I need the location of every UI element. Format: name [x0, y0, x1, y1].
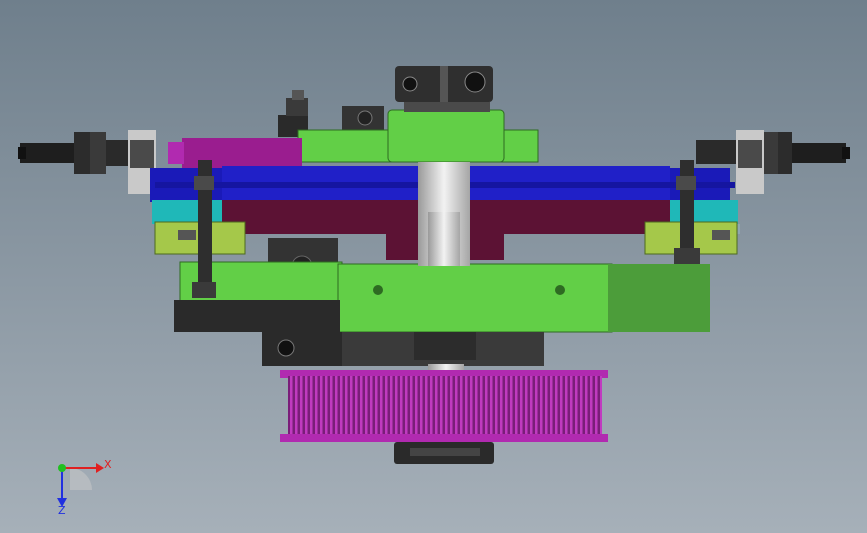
center-shaft [418, 162, 470, 266]
cad-viewport-stage: X Z [0, 0, 867, 533]
magenta-side-plates [168, 138, 302, 168]
cad-3d-viewport[interactable]: X Z [0, 0, 867, 533]
y-axis-dot [58, 464, 66, 472]
x-axis-label: X [104, 458, 112, 471]
z-axis-label: Z [58, 504, 66, 517]
main-green-block [174, 261, 710, 333]
